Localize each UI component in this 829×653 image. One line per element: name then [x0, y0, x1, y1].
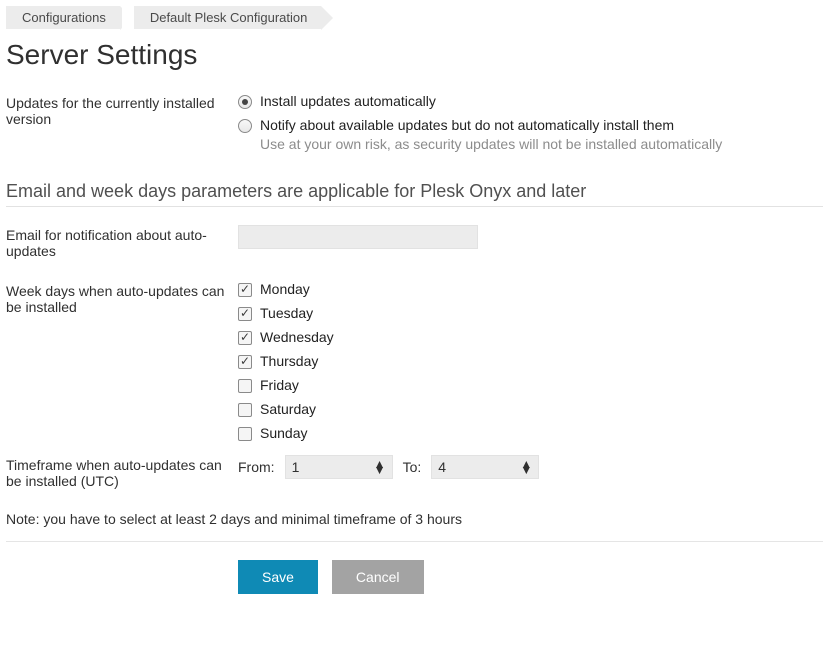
radio-notify-only[interactable]: Notify about available updates but do no…	[238, 117, 823, 133]
checkbox-label: Wednesday	[260, 329, 334, 345]
label-email: Email for notification about auto-update…	[6, 225, 238, 259]
breadcrumb-item-configurations[interactable]: Configurations	[6, 6, 120, 29]
checkbox-tuesday[interactable]: Tuesday	[238, 305, 823, 321]
breadcrumb-item-default-plesk-configuration[interactable]: Default Plesk Configuration	[134, 6, 322, 29]
breadcrumb: Configurations Default Plesk Configurati…	[6, 6, 823, 29]
arrow-down-icon[interactable]: ▼	[520, 467, 532, 473]
row-updates: Updates for the currently installed vers…	[6, 93, 823, 155]
row-timeframe: Timeframe when auto-updates can be insta…	[6, 455, 823, 489]
checkbox-label: Thursday	[260, 353, 318, 369]
from-label: From:	[238, 459, 275, 475]
to-value: 4	[438, 459, 446, 475]
spinner-arrows-icon: ▲ ▼	[520, 461, 532, 473]
checkbox-icon	[238, 307, 252, 321]
arrow-down-icon[interactable]: ▼	[374, 467, 386, 473]
checkbox-label: Friday	[260, 377, 299, 393]
radio-icon	[238, 95, 252, 109]
checkbox-label: Tuesday	[260, 305, 313, 321]
to-spinner[interactable]: 4 ▲ ▼	[431, 455, 539, 479]
checkbox-icon	[238, 379, 252, 393]
label-timeframe: Timeframe when auto-updates can be insta…	[6, 455, 238, 489]
divider	[6, 206, 823, 207]
field-weekdays: Monday Tuesday Wednesday Thursday Friday…	[238, 281, 823, 449]
checkbox-label: Monday	[260, 281, 310, 297]
field-updates: Install updates automatically Notify abo…	[238, 93, 823, 155]
label-updates: Updates for the currently installed vers…	[6, 93, 238, 127]
page-title: Server Settings	[6, 39, 823, 71]
breadcrumb-item-label: Default Plesk Configuration	[150, 10, 308, 25]
divider	[6, 541, 823, 542]
checkbox-wednesday[interactable]: Wednesday	[238, 329, 823, 345]
checkbox-sunday[interactable]: Sunday	[238, 425, 823, 441]
actions: Save Cancel	[238, 560, 823, 594]
radio-label: Install updates automatically	[260, 93, 436, 109]
breadcrumb-item-label: Configurations	[22, 10, 106, 25]
checkbox-saturday[interactable]: Saturday	[238, 401, 823, 417]
from-spinner[interactable]: 1 ▲ ▼	[285, 455, 393, 479]
to-label: To:	[403, 459, 422, 475]
row-weekdays: Week days when auto-updates can be insta…	[6, 281, 823, 449]
checkbox-friday[interactable]: Friday	[238, 377, 823, 393]
radio-label: Notify about available updates but do no…	[260, 117, 674, 133]
radio-icon	[238, 119, 252, 133]
save-button[interactable]: Save	[238, 560, 318, 594]
section-heading: Email and week days parameters are appli…	[6, 181, 823, 202]
spinner-arrows-icon: ▲ ▼	[374, 461, 386, 473]
row-email: Email for notification about auto-update…	[6, 225, 823, 259]
note: Note: you have to select at least 2 days…	[6, 511, 823, 527]
checkbox-label: Sunday	[260, 425, 307, 441]
email-input[interactable]	[238, 225, 478, 249]
checkbox-icon	[238, 283, 252, 297]
cancel-button[interactable]: Cancel	[332, 560, 424, 594]
checkbox-icon	[238, 427, 252, 441]
radio-install-automatically[interactable]: Install updates automatically	[238, 93, 823, 109]
checkbox-icon	[238, 331, 252, 345]
field-email	[238, 225, 823, 249]
checkbox-label: Saturday	[260, 401, 316, 417]
checkbox-icon	[238, 403, 252, 417]
field-timeframe: From: 1 ▲ ▼ To: 4 ▲ ▼	[238, 455, 823, 479]
checkbox-icon	[238, 355, 252, 369]
label-weekdays: Week days when auto-updates can be insta…	[6, 281, 238, 315]
from-value: 1	[292, 459, 300, 475]
radio-hint-notify: Use at your own risk, as security update…	[260, 135, 760, 155]
checkbox-monday[interactable]: Monday	[238, 281, 823, 297]
checkbox-thursday[interactable]: Thursday	[238, 353, 823, 369]
